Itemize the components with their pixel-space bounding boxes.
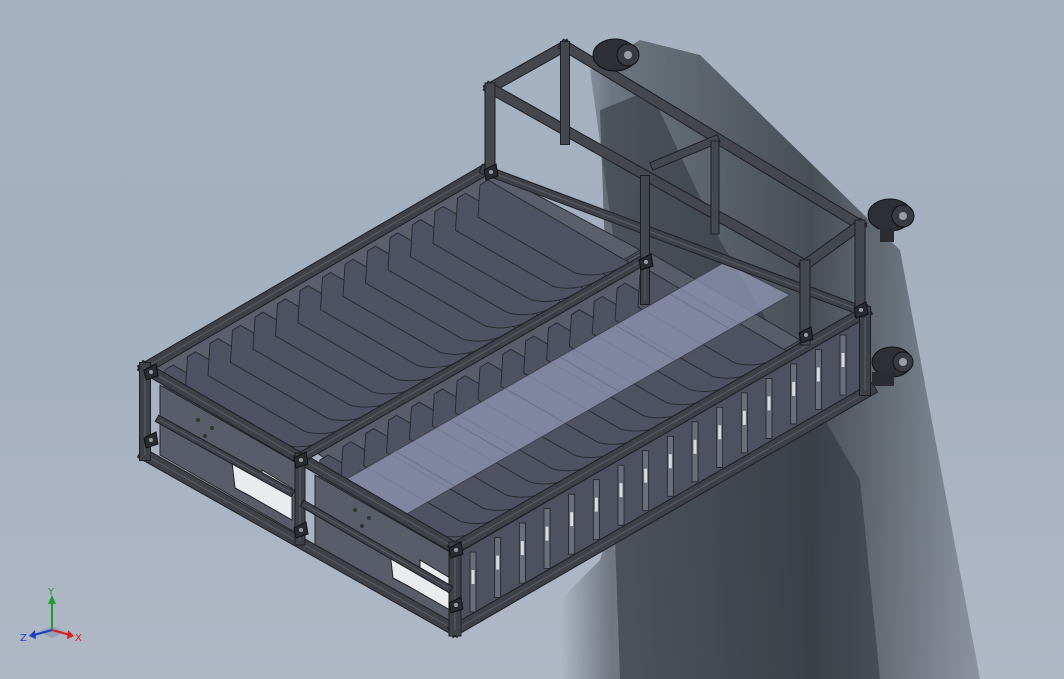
bolt-icon bbox=[454, 548, 458, 552]
bolt-icon bbox=[149, 370, 153, 374]
slat-slot bbox=[619, 483, 623, 498]
slat-slot bbox=[668, 454, 672, 469]
bolt-icon bbox=[859, 308, 863, 312]
bolt-icon bbox=[489, 170, 493, 174]
slat-slot bbox=[496, 555, 500, 570]
bolt-icon bbox=[299, 528, 303, 532]
bolt-icon bbox=[644, 260, 648, 264]
slat-slot bbox=[520, 541, 524, 556]
slat-slot bbox=[792, 381, 796, 396]
slat-slot bbox=[594, 497, 598, 512]
slat-slot bbox=[841, 353, 845, 367]
upper-beam-face bbox=[483, 39, 572, 95]
slat-slot bbox=[816, 367, 820, 382]
coordinate-triad: Y X Z bbox=[20, 587, 82, 644]
cad-model-view[interactable] bbox=[0, 0, 1064, 679]
slat-slot bbox=[718, 425, 722, 440]
slat-slot bbox=[570, 512, 574, 527]
x-axis-label: X bbox=[75, 633, 82, 644]
cad-graphics-viewport[interactable]: Y X Z bbox=[0, 0, 1064, 679]
bolt-icon bbox=[149, 438, 153, 442]
slat-slot bbox=[767, 396, 771, 411]
slat-slot bbox=[471, 570, 475, 584]
slat-slot bbox=[693, 439, 697, 454]
slat-slot bbox=[545, 526, 549, 541]
slat-slot bbox=[644, 468, 648, 483]
slat-slot bbox=[742, 410, 746, 425]
y-axis-label: Y bbox=[47, 587, 55, 598]
bolt-icon bbox=[454, 603, 458, 607]
bolt-icon bbox=[804, 333, 808, 337]
z-axis-label: Z bbox=[20, 633, 27, 644]
bolt-icon bbox=[299, 458, 303, 462]
